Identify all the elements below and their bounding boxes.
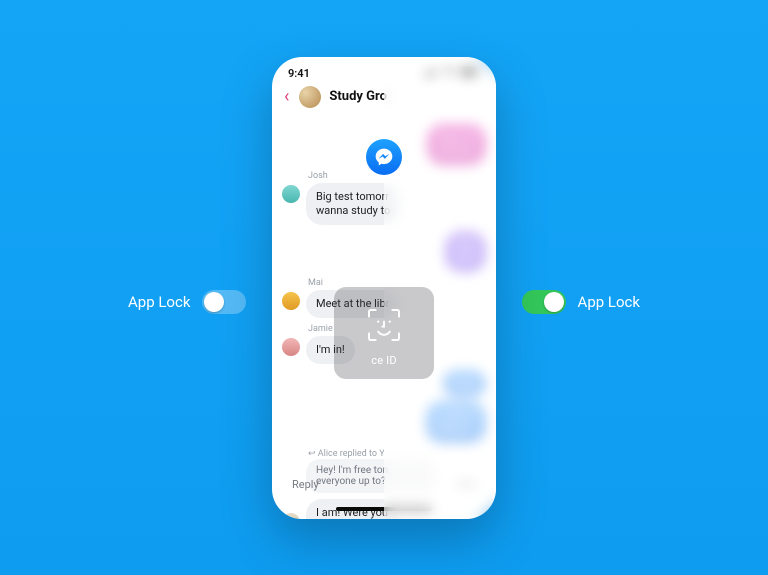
face-id-label: ce ID xyxy=(371,354,397,367)
app-lock-left-label: App Lock xyxy=(128,293,190,311)
chat-avatar[interactable] xyxy=(299,86,321,108)
face-id-icon xyxy=(364,305,404,348)
back-icon[interactable]: ‹ xyxy=(284,86,291,108)
app-lock-right-label: App Lock xyxy=(578,293,640,311)
app-lock-toggle-off[interactable] xyxy=(202,290,246,314)
face-id-prompt: ce ID xyxy=(334,287,434,379)
app-lock-right-group: App Lock xyxy=(522,290,640,314)
app-lock-toggle-on[interactable] xyxy=(522,290,566,314)
sender-avatar[interactable] xyxy=(282,513,300,519)
composer-reply[interactable]: Reply xyxy=(292,478,319,491)
app-lock-left-group: App Lock xyxy=(128,290,246,314)
sender-avatar[interactable] xyxy=(282,185,300,203)
sender-avatar[interactable] xyxy=(282,292,300,310)
chat-title[interactable]: Study Gro xyxy=(329,89,387,104)
phone-mockup: 9:41 ‹ Study Gro Hey! I'm xyxy=(272,57,496,519)
sender-avatar[interactable] xyxy=(282,338,300,356)
messenger-app-icon xyxy=(366,139,402,175)
status-time: 9:41 xyxy=(288,67,310,80)
